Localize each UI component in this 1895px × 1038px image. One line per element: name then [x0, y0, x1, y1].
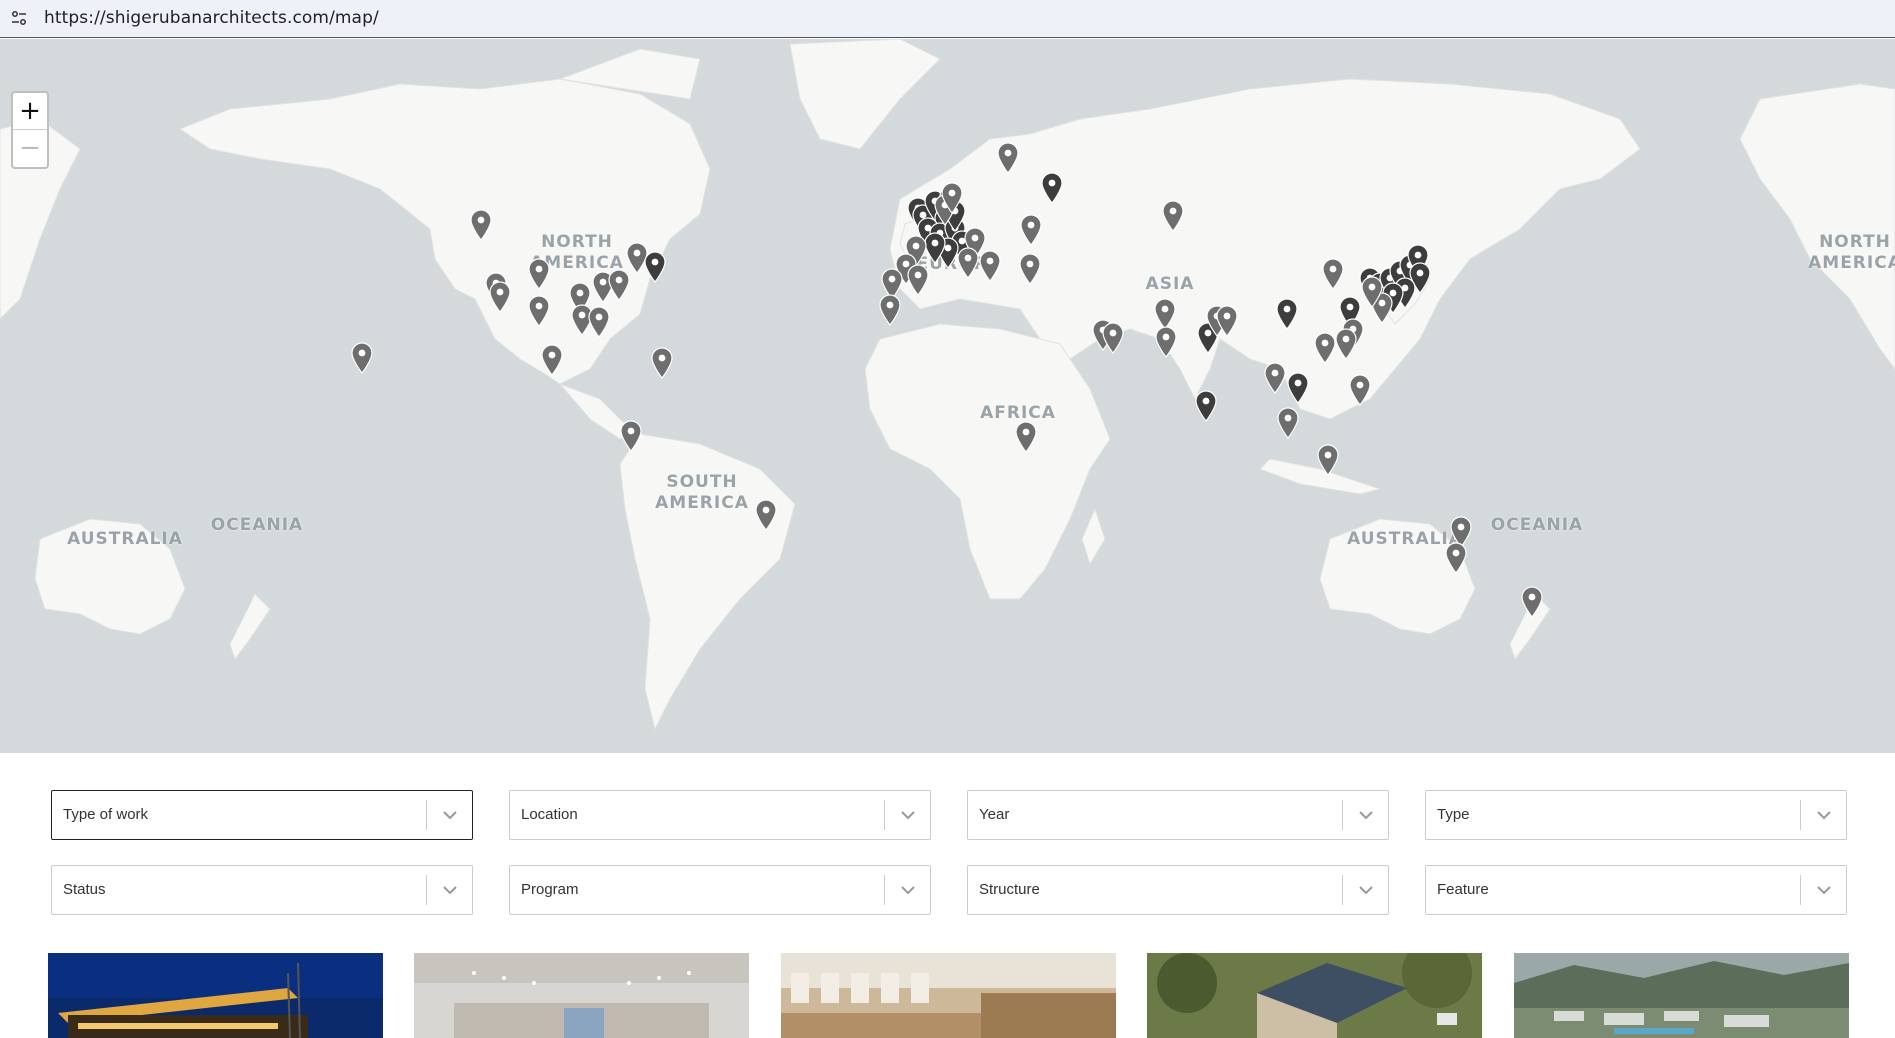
map-marker-icon[interactable] — [1314, 332, 1336, 364]
map-marker-icon[interactable] — [620, 420, 642, 452]
chevron-down-icon — [1817, 811, 1831, 820]
filter-year[interactable]: Year — [967, 790, 1389, 840]
map-marker-icon[interactable] — [528, 295, 550, 327]
zoom-out-button[interactable]: − — [13, 130, 47, 166]
map-marker-icon[interactable] — [907, 264, 929, 296]
map-land — [0, 39, 1895, 731]
label-south-america: SOUTH AMERICA — [655, 472, 749, 513]
map-marker-icon[interactable] — [1349, 374, 1371, 406]
map-marker-icon[interactable] — [644, 251, 666, 283]
label-north-america-right: NORTH AMERICA — [1808, 232, 1895, 273]
label-asia: ASIA — [1145, 274, 1195, 294]
filter-separator — [1342, 875, 1343, 905]
filter-label: Type of work — [63, 806, 149, 823]
map-marker-icon[interactable] — [1287, 372, 1309, 404]
chevron-down-icon — [443, 811, 457, 820]
filter-separator — [426, 800, 427, 830]
chevron-down-icon — [1817, 886, 1831, 895]
filter-label: Location — [521, 806, 578, 823]
map-marker-icon[interactable] — [651, 347, 673, 379]
map-marker-icon[interactable] — [1445, 542, 1467, 574]
filter-separator — [1800, 800, 1801, 830]
filter-separator — [426, 875, 427, 905]
project-thumbnail[interactable] — [48, 953, 383, 1038]
map-marker-icon[interactable] — [1361, 276, 1383, 308]
filter-separator — [1342, 800, 1343, 830]
filter-type-of-work[interactable]: Type of work — [51, 790, 473, 840]
label-oceania-right: OCEANIA — [1490, 515, 1584, 535]
address-bar[interactable]: https://shigerubanarchitects.com/map/ — [0, 0, 1895, 38]
filter-label: Program — [521, 881, 579, 898]
zoom-control: + − — [11, 91, 49, 169]
chevron-down-icon — [1359, 886, 1373, 895]
map-marker-icon[interactable] — [1020, 214, 1042, 246]
map-marker-icon[interactable] — [979, 250, 1001, 282]
map-marker-icon[interactable] — [351, 342, 373, 374]
map-marker-icon[interactable] — [1015, 421, 1037, 453]
map-marker-icon[interactable] — [528, 258, 550, 290]
chevron-down-icon — [1359, 811, 1373, 820]
map-marker-icon[interactable] — [1019, 253, 1041, 285]
map-marker-icon[interactable] — [588, 306, 610, 338]
project-thumbnail[interactable] — [414, 953, 749, 1038]
map-marker-icon[interactable] — [1216, 305, 1238, 337]
zoom-in-button[interactable]: + — [13, 93, 47, 130]
filter-label: Status — [63, 881, 106, 898]
map-marker-icon[interactable] — [1041, 172, 1063, 204]
map-marker-icon[interactable] — [1317, 444, 1339, 476]
filter-status[interactable]: Status — [51, 865, 473, 915]
chevron-down-icon — [901, 811, 915, 820]
map-marker-icon[interactable] — [1264, 362, 1286, 394]
world-map[interactable]: + − NORTH AMERICA NORTH AMERICA SOUTH AMERI… — [0, 39, 1895, 753]
chevron-down-icon — [901, 886, 915, 895]
filter-separator — [1800, 875, 1801, 905]
map-marker-icon[interactable] — [1335, 328, 1357, 360]
map-marker-icon[interactable] — [1277, 407, 1299, 439]
map-marker-icon[interactable] — [541, 344, 563, 376]
filter-panel: Type of work Location Year Type Status P… — [0, 753, 1895, 953]
filter-label: Year — [979, 806, 1010, 823]
project-thumbnail[interactable] — [781, 953, 1116, 1038]
filter-feature[interactable]: Feature — [1425, 865, 1847, 915]
map-marker-icon[interactable] — [1102, 322, 1124, 354]
filter-label: Structure — [979, 881, 1040, 898]
filter-location[interactable]: Location — [509, 790, 931, 840]
map-marker-icon[interactable] — [1276, 298, 1298, 330]
filter-label: Type — [1437, 806, 1470, 823]
map-marker-icon[interactable] — [1322, 258, 1344, 290]
map-marker-icon[interactable] — [470, 209, 492, 241]
map-marker-icon[interactable] — [755, 499, 777, 531]
filter-separator — [884, 800, 885, 830]
filter-type[interactable]: Type — [1425, 790, 1847, 840]
label-australia-left: AUSTRALIA — [67, 529, 183, 549]
filter-separator — [884, 875, 885, 905]
map-marker-icon[interactable] — [997, 142, 1019, 174]
map-marker-icon[interactable] — [1195, 390, 1217, 422]
chevron-down-icon — [443, 886, 457, 895]
map-marker-icon[interactable] — [941, 182, 963, 214]
url-text[interactable]: https://shigerubanarchitects.com/map/ — [44, 8, 379, 28]
map-marker-icon[interactable] — [924, 232, 946, 264]
filter-structure[interactable]: Structure — [967, 865, 1389, 915]
site-info-icon[interactable] — [11, 10, 27, 26]
map-marker-icon[interactable] — [879, 294, 901, 326]
project-thumbnail[interactable] — [1514, 953, 1849, 1038]
project-thumbnail[interactable] — [1147, 953, 1482, 1038]
map-marker-icon[interactable] — [489, 281, 511, 313]
map-marker-icon[interactable] — [1155, 326, 1177, 358]
map-marker-icon[interactable] — [1162, 200, 1184, 232]
filter-program[interactable]: Program — [509, 865, 931, 915]
map-marker-icon[interactable] — [957, 247, 979, 279]
filter-label: Feature — [1437, 881, 1489, 898]
map-marker-icon[interactable] — [1521, 586, 1543, 618]
label-oceania-left: OCEANIA — [210, 515, 304, 535]
